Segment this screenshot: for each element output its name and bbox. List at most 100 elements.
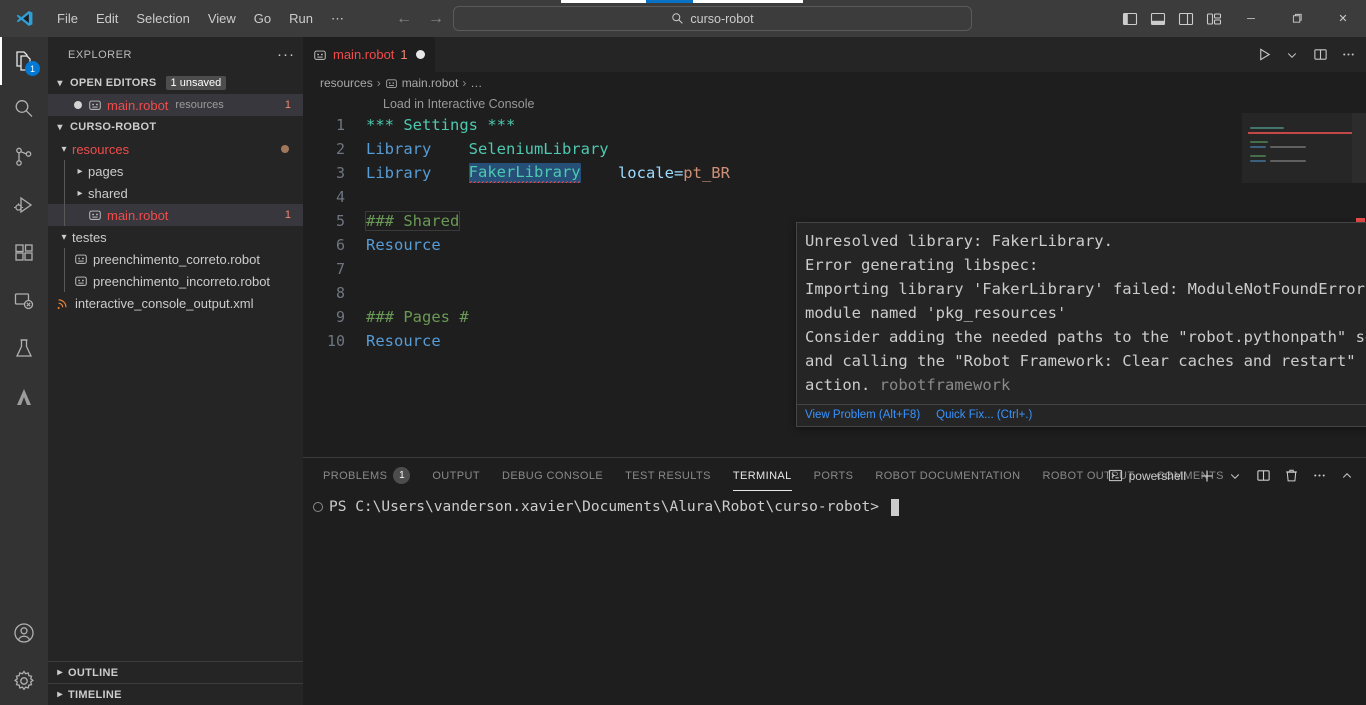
title-bar-right: ─ ✕ (1116, 0, 1366, 37)
code-text-fakerlibrary[interactable]: FakerLibrary (468, 163, 581, 183)
minimap-slider[interactable] (1242, 113, 1352, 183)
section-timeline[interactable]: ▸ TIMELINE (48, 683, 303, 705)
sidebar-more-actions-icon[interactable]: ··· (277, 47, 295, 62)
activity-run-and-debug[interactable] (0, 181, 48, 229)
terminal-selector[interactable]: powershell (1108, 468, 1186, 483)
code-text: ### Shared (364, 211, 461, 231)
accounts-icon[interactable] (0, 609, 48, 657)
activity-extensions[interactable] (0, 229, 48, 277)
editor-tab-actions (1252, 37, 1360, 72)
run-icon[interactable] (1252, 43, 1276, 67)
activity-source-control[interactable] (0, 133, 48, 181)
section-outline[interactable]: ▸ OUTLINE (48, 661, 303, 683)
line-number: 4 (335, 188, 345, 206)
chevron-down-icon[interactable] (1280, 43, 1304, 67)
activity-remote-explorer[interactable] (0, 277, 48, 325)
hover-line-6: and calling the "Robot Framework: Clear … (805, 352, 1356, 370)
toggle-panel-button[interactable] (1144, 0, 1172, 37)
command-center-search[interactable]: curso-robot (453, 6, 972, 31)
view-problem-link[interactable]: View Problem (Alt+F8) (805, 409, 920, 421)
quick-fix-link[interactable]: Quick Fix... (Ctrl+.) (936, 409, 1032, 421)
back-arrow-icon[interactable]: ← (396, 10, 412, 27)
window-minimize-button[interactable]: ─ (1228, 0, 1274, 37)
more-actions-icon[interactable] (1306, 463, 1332, 489)
menu-edit[interactable]: Edit (88, 7, 126, 31)
open-editor-filename: main.robot (107, 97, 169, 113)
chevron-down-icon: ▾ (57, 77, 63, 89)
tab-ports-label: PORTS (813, 469, 854, 482)
breadcrumb-item-resources[interactable]: resources (320, 76, 373, 90)
diagnostic-hover-tooltip[interactable]: Unresolved library: FakerLibrary. Error … (796, 222, 1366, 427)
activity-robot-framework[interactable] (0, 373, 48, 421)
toggle-primary-sidebar-button[interactable] (1116, 0, 1144, 37)
chevron-right-icon: ▸ (57, 667, 63, 678)
customize-layout-button[interactable] (1200, 0, 1228, 37)
tab-robot-documentation[interactable]: ROBOT DOCUMENTATION (875, 458, 1020, 493)
tree-item-preenchimento-correto[interactable]: preenchimento_correto.robot (48, 248, 303, 270)
tab-problems-label: PROBLEMS (323, 469, 388, 482)
window-maximize-button[interactable] (1274, 0, 1320, 37)
hover-line-3: Importing library 'FakerLibrary' failed:… (805, 280, 1366, 298)
new-terminal-icon[interactable] (1194, 463, 1220, 489)
tree-item-interactive-console-output[interactable]: interactive_console_output.xml (48, 292, 303, 314)
activity-search[interactable] (0, 85, 48, 133)
tree-item-testes[interactable]: ▾ testes (48, 226, 303, 248)
tab-ports[interactable]: PORTS (814, 458, 854, 493)
section-curso-robot[interactable]: ▾ CURSO-ROBOT (48, 116, 303, 138)
activity-bar: 1 (0, 37, 48, 705)
breadcrumb-item-main-robot[interactable]: main.robot (385, 76, 458, 90)
menu-more[interactable]: ⋯ (323, 7, 352, 31)
tree-item-shared[interactable]: ▸ shared (48, 182, 303, 204)
robot-file-icon (88, 98, 102, 112)
menu-go[interactable]: Go (246, 7, 279, 31)
tree-item-resources[interactable]: ▾ resources (48, 138, 303, 160)
kill-terminal-icon[interactable] (1278, 463, 1304, 489)
more-actions-icon[interactable] (1336, 43, 1360, 67)
toggle-secondary-sidebar-button[interactable] (1172, 0, 1200, 37)
section-open-editors[interactable]: ▾ OPEN EDITORS 1 unsaved (48, 72, 303, 94)
chevron-down-icon: ▾ (61, 143, 67, 155)
tree-item-main-robot[interactable]: main.robot 1 (48, 204, 303, 226)
menu-file[interactable]: File (49, 7, 86, 31)
code-text: locale= (617, 164, 684, 182)
forward-arrow-icon[interactable]: → (428, 10, 444, 27)
open-editors-label: OPEN EDITORS (70, 77, 157, 89)
menu-run[interactable]: Run (281, 7, 321, 31)
breadcrumb-item-overflow[interactable]: … (470, 76, 482, 90)
tab-output[interactable]: OUTPUT (432, 458, 480, 493)
tree-item-preenchimento-incorreto[interactable]: preenchimento_incorreto.robot (48, 270, 303, 292)
window-close-button[interactable]: ✕ (1320, 0, 1366, 37)
terminal-output[interactable]: PS C:\Users\vanderson.xavier\Documents\A… (303, 493, 1366, 517)
activity-testing[interactable] (0, 325, 48, 373)
tab-test-results[interactable]: TEST RESULTS (625, 458, 711, 493)
tab-main-robot[interactable]: main.robot 1 (303, 37, 436, 72)
split-editor-icon[interactable] (1308, 43, 1332, 67)
tree-item-pages[interactable]: ▸ pages (48, 160, 303, 182)
tab-dirty-indicator-icon[interactable] (415, 50, 425, 59)
window-snap-hint (561, 0, 803, 3)
chevron-down-icon[interactable] (1222, 463, 1248, 489)
code-text: *** Settings *** (366, 116, 516, 134)
tab-terminal-label: TERMINAL (732, 469, 792, 482)
split-terminal-icon[interactable] (1250, 463, 1276, 489)
menu-selection[interactable]: Selection (128, 7, 197, 31)
code-line-4: 4 (303, 185, 1366, 209)
menu-view[interactable]: View (200, 7, 244, 31)
tab-terminal[interactable]: TERMINAL (732, 458, 792, 493)
codelens-load-in-interactive-console[interactable]: Load in Interactive Console (303, 94, 1366, 113)
tab-label: main.robot (333, 47, 395, 62)
chevron-right-icon: ▸ (77, 187, 83, 199)
problems-count-badge: 1 (393, 467, 411, 484)
command-decoration-icon[interactable] (313, 502, 323, 512)
open-editor-item-main-robot[interactable]: main.robot resources 1 (48, 94, 303, 116)
gear-icon[interactable] (0, 657, 48, 705)
unsaved-badge: 1 unsaved (165, 76, 227, 90)
editor-group: main.robot 1 resources › main.robot › … … (303, 37, 1366, 457)
chevron-up-icon[interactable] (1334, 463, 1360, 489)
scrollbar-slider[interactable] (1352, 113, 1366, 183)
bottom-panel: PROBLEMS 1 OUTPUT DEBUG CONSOLE TEST RES… (303, 457, 1366, 705)
tab-debug-console[interactable]: DEBUG CONSOLE (502, 458, 603, 493)
tab-problems[interactable]: PROBLEMS 1 (323, 458, 411, 493)
activity-explorer[interactable]: 1 (0, 37, 48, 85)
